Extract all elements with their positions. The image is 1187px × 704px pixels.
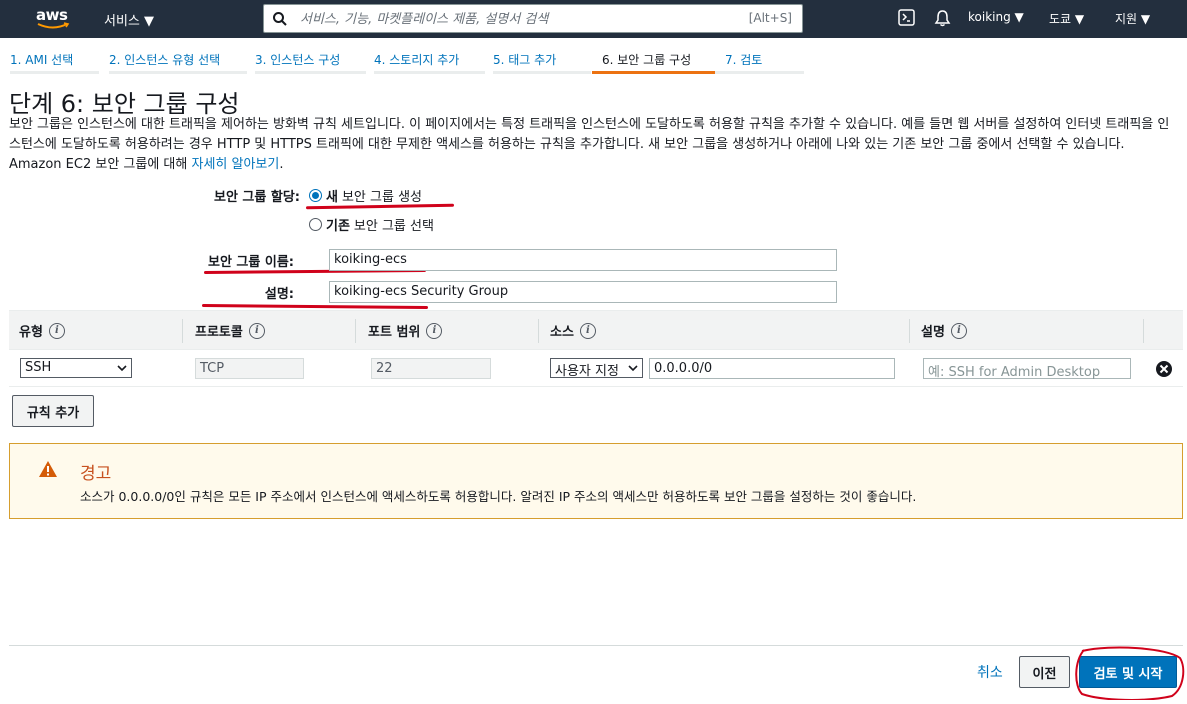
column-divider xyxy=(182,319,183,343)
col-description-label: 설명 xyxy=(921,325,945,340)
page-description: 보안 그룹은 인스턴스에 대한 트래픽을 제어하는 방화벽 규칙 세트입니다. … xyxy=(9,115,1181,175)
warning-icon xyxy=(39,461,57,477)
tab-review[interactable]: 7. 검토 xyxy=(715,42,804,74)
radio-button-selected[interactable] xyxy=(309,189,322,202)
info-icon[interactable]: i xyxy=(426,322,443,339)
radio-existing-security-group[interactable]: 기존 보안 그룹 선택 xyxy=(309,215,434,234)
rule-protocol-field: TCP xyxy=(195,358,304,379)
chevron-down-icon xyxy=(117,365,127,372)
security-group-description-input[interactable]: koiking-ecs Security Group xyxy=(329,281,837,303)
support-menu[interactable]: 지원 ▼ xyxy=(1115,10,1150,27)
rule-type-value: SSH xyxy=(25,360,52,375)
tab-label: 3. 인스턴스 구성 xyxy=(255,53,341,67)
column-divider xyxy=(538,319,539,343)
tab-security-group[interactable]: 6. 보안 그룹 구성 xyxy=(592,42,715,74)
footer-divider xyxy=(9,645,1183,646)
description-end: . xyxy=(279,157,284,172)
col-protocol-label: 프로토콜 xyxy=(195,325,243,340)
cancel-link[interactable]: 취소 xyxy=(977,662,1003,682)
rule-source-mode: 사용자 지정 xyxy=(555,364,619,378)
radio-new-security-group[interactable]: 새 보안 그룹 생성 xyxy=(309,186,422,205)
aws-logo[interactable]: aws xyxy=(36,6,72,32)
services-menu[interactable]: 서비스 ▼ xyxy=(104,10,154,29)
option-new-bold: 새 xyxy=(326,190,338,205)
tab-label: 1. AMI 선택 xyxy=(10,53,74,67)
description-text: 보안 그룹은 인스턴스에 대한 트래픽을 제어하는 방화벽 규칙 세트입니다. … xyxy=(9,117,1170,172)
security-group-name-label: 보안 그룹 이름: xyxy=(207,255,294,270)
tab-instance-type[interactable]: 2. 인스턴스 유형 선택 xyxy=(109,42,247,74)
remove-rule-icon[interactable] xyxy=(1155,360,1173,378)
learn-more-link[interactable]: 자세히 알아보기 xyxy=(191,157,279,172)
col-port-range: 포트 범위 i xyxy=(368,321,443,340)
radio-button[interactable] xyxy=(309,218,322,231)
security-group-name-input[interactable]: koiking-ecs xyxy=(329,249,837,271)
rule-description-placeholder: 예: SSH for Admin Desktop xyxy=(928,365,1101,380)
col-type-label: 유형 xyxy=(19,325,43,340)
tab-label: 7. 검토 xyxy=(725,53,763,67)
page-title: 단계 6: 보안 그룹 구성 xyxy=(9,90,240,118)
search-input[interactable] xyxy=(300,9,740,29)
info-icon[interactable]: i xyxy=(48,322,65,339)
description-label: 설명: xyxy=(264,287,294,302)
info-icon[interactable]: i xyxy=(579,322,596,339)
bell-icon[interactable] xyxy=(934,9,951,27)
option-existing-bold: 기존 xyxy=(326,219,350,234)
rule-source-select[interactable]: 사용자 지정 xyxy=(550,358,643,378)
col-port-label: 포트 범위 xyxy=(368,325,421,340)
rule-type-select[interactable]: SSH xyxy=(20,358,132,378)
chevron-down-icon xyxy=(627,362,639,374)
column-divider xyxy=(355,319,356,343)
user-menu[interactable]: koiking ▼ xyxy=(968,10,1024,24)
search-icon xyxy=(273,12,287,26)
tab-storage[interactable]: 4. 스토리지 추가 xyxy=(374,42,485,74)
previous-button[interactable]: 이전 xyxy=(1019,656,1070,688)
col-type: 유형 i xyxy=(19,321,65,340)
column-divider xyxy=(909,319,910,343)
col-source: 소스 i xyxy=(550,321,596,340)
tab-instance-config[interactable]: 3. 인스턴스 구성 xyxy=(255,42,366,74)
region-menu[interactable]: 도쿄 ▼ xyxy=(1049,10,1084,27)
tab-label: 2. 인스턴스 유형 선택 xyxy=(109,53,221,67)
tab-label: 5. 태그 추가 xyxy=(493,53,557,67)
annotation-underline xyxy=(201,304,429,309)
annotation-circle xyxy=(1075,646,1185,700)
rule-source-cidr-input[interactable]: 0.0.0.0/0 xyxy=(649,358,895,379)
table-row: SSH TCP 22 사용자 지정 0.0.0.0/0 예: SSH for A… xyxy=(9,350,1183,387)
rule-port-field: 22 xyxy=(371,358,491,379)
col-source-label: 소스 xyxy=(550,325,574,340)
tab-label: 4. 스토리지 추가 xyxy=(374,53,460,67)
option-new-label: 보안 그룹 생성 xyxy=(341,190,422,205)
top-navigation-bar: aws 서비스 ▼ [Alt+S] koiking ▼ 도쿄 ▼ 지원 ▼ xyxy=(0,0,1187,38)
warning-text: 소스가 0.0.0.0/0인 규칙은 모든 IP 주소에서 인스턴스에 액세스하… xyxy=(80,489,917,504)
search-bar[interactable]: [Alt+S] xyxy=(263,4,803,33)
col-description: 설명 i xyxy=(921,321,967,340)
info-icon[interactable]: i xyxy=(950,322,967,339)
tab-ami[interactable]: 1. AMI 선택 xyxy=(10,42,99,74)
rules-table-header: 유형 i 프로토콜 i 포트 범위 i 소스 i 설명 i xyxy=(9,310,1183,350)
assign-label: 보안 그룹 할당: xyxy=(213,190,300,205)
aws-smile-icon xyxy=(37,22,70,29)
info-icon[interactable]: i xyxy=(248,322,265,339)
add-rule-button[interactable]: 규칙 추가 xyxy=(12,395,94,427)
rule-description-input[interactable]: 예: SSH for Admin Desktop xyxy=(923,358,1131,380)
warning-title: 경고 xyxy=(80,464,112,484)
tab-label: 6. 보안 그룹 구성 xyxy=(602,53,692,67)
tab-tags[interactable]: 5. 태그 추가 xyxy=(493,42,591,74)
warning-alert: 경고 소스가 0.0.0.0/0인 규칙은 모든 IP 주소에서 인스턴스에 액… xyxy=(9,443,1183,519)
search-shortcut-hint: [Alt+S] xyxy=(748,11,792,25)
cloudshell-icon[interactable] xyxy=(898,9,915,26)
option-existing-label: 보안 그룹 선택 xyxy=(353,219,434,234)
column-divider xyxy=(1143,319,1144,343)
col-protocol: 프로토콜 i xyxy=(195,321,265,340)
